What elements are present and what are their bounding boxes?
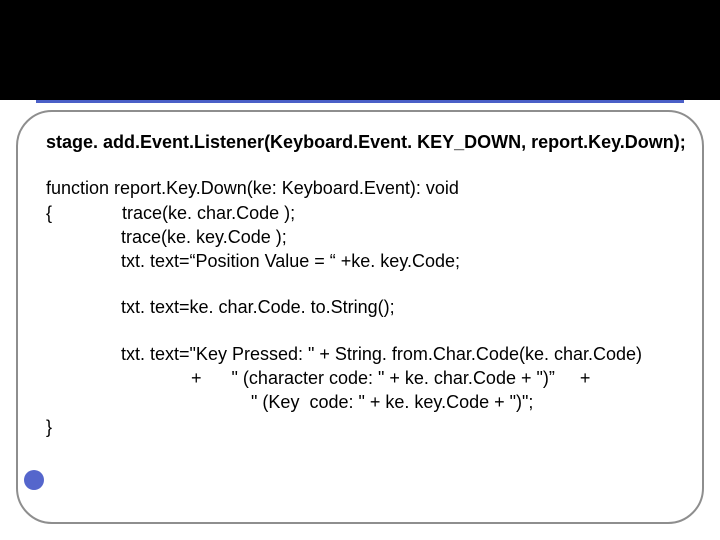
code-line-4: trace(ke. key.Code );: [46, 225, 674, 249]
spacer: [46, 154, 674, 176]
code-line-9: " (Key code: " + ke. key.Code + ")";: [46, 390, 674, 414]
code-line-3: { trace(ke. char.Code );: [46, 201, 674, 225]
bullet-dot-icon: [24, 470, 44, 490]
code-line-7: txt. text="Key Pressed: " + String. from…: [46, 342, 674, 366]
code-line-1: stage. add.Event.Listener(Keyboard.Event…: [46, 130, 674, 154]
code-line-6: txt. text=ke. char.Code. to.String();: [46, 295, 674, 319]
slide: stage. add.Event.Listener(Keyboard.Event…: [0, 0, 720, 540]
code-line-10: }: [46, 415, 674, 439]
code-line-8: + " (character code: " + ke. char.Code +…: [46, 366, 674, 390]
spacer: [46, 320, 674, 342]
title-band: [0, 0, 720, 100]
content-box: stage. add.Event.Listener(Keyboard.Event…: [16, 110, 704, 524]
spacer: [46, 273, 674, 295]
title-underline: [36, 100, 684, 103]
code-line-5: txt. text=“Position Value = “ +ke. key.C…: [46, 249, 674, 273]
code-line-2: function report.Key.Down(ke: Keyboard.Ev…: [46, 176, 674, 200]
